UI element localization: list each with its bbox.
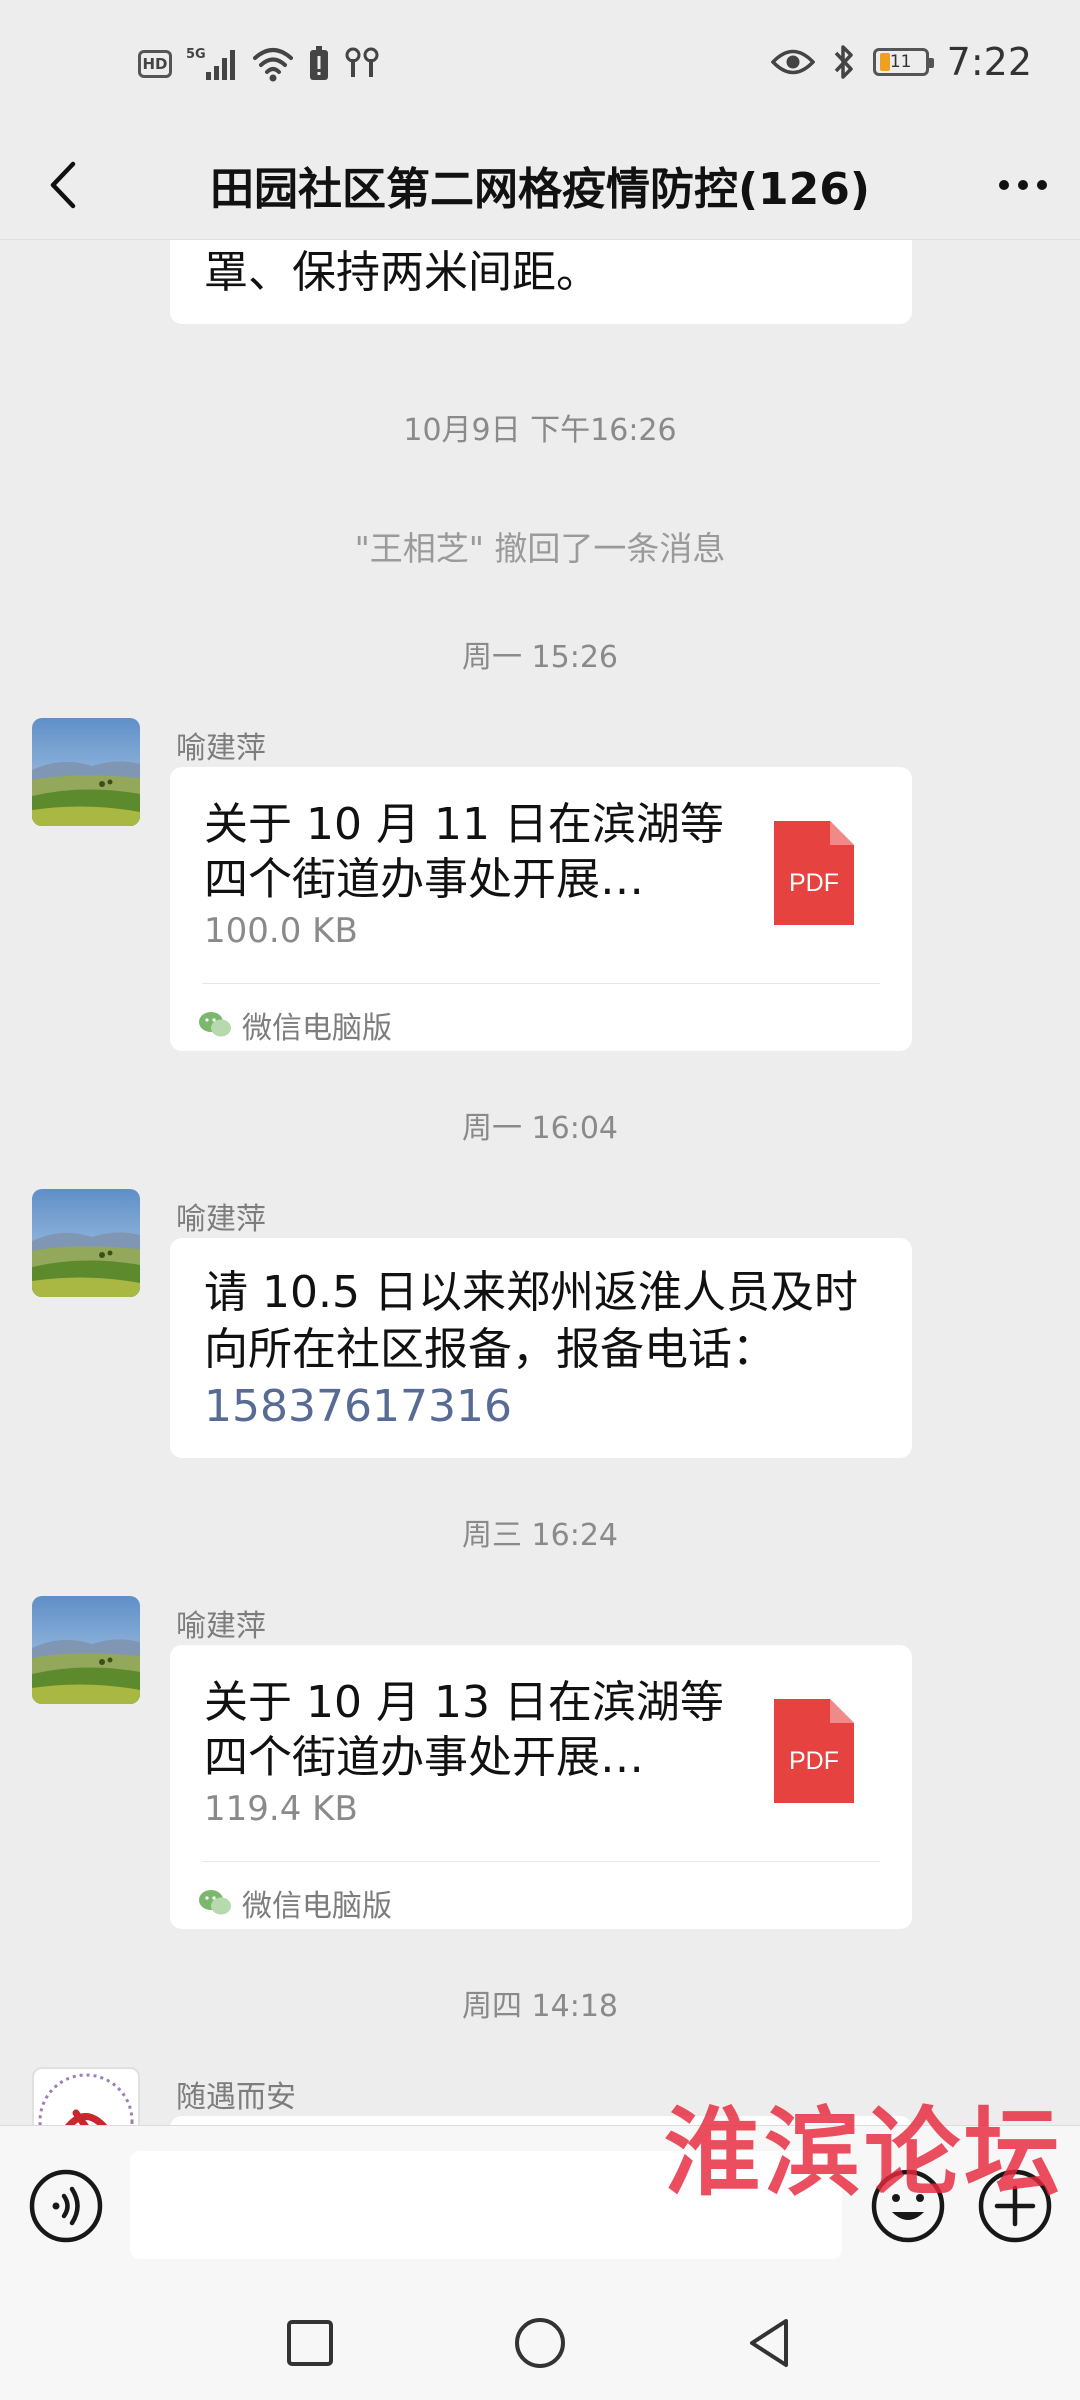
timestamp: 周四 14:18: [462, 1989, 618, 2024]
watermark: 淮滨论坛: [664, 2096, 1064, 2209]
chat-header: 田园社区第二网格疫情防控(126): [0, 130, 1080, 240]
bluetooth-icon: [833, 43, 855, 81]
chevron-left-icon: [50, 161, 76, 209]
earbuds-icon: [344, 47, 380, 81]
status-bar: HD 5G 11 7:22: [0, 0, 1080, 130]
timestamp: 周三 16:24: [462, 1518, 618, 1553]
avatar[interactable]: [32, 1189, 140, 1297]
signal-5g-icon: 5G: [186, 44, 238, 84]
avatar[interactable]: [32, 2067, 140, 2125]
battery-icon: 11: [872, 48, 934, 76]
file-divider: [202, 983, 880, 984]
more-dots-icon: [999, 180, 1047, 190]
pdf-label: PDF: [789, 869, 839, 897]
chat-title: 田园社区第二网格疫情防控(126): [209, 164, 871, 215]
file-message-bubble[interactable]: 关于 10 月 13 日在滨湖等四个街道办事处开展… 119.4 KB PDF …: [170, 1645, 912, 1929]
file-source-label: 微信电脑版: [242, 1011, 392, 1046]
file-source: 微信电脑版: [198, 1003, 392, 1047]
file-divider: [202, 1861, 880, 1862]
landscape-avatar-image: [32, 1189, 140, 1297]
avatar[interactable]: [32, 1596, 140, 1704]
file-source: 微信电脑版: [198, 1881, 392, 1925]
file-size: 100.0 KB: [204, 911, 358, 951]
sender-name: 喻建萍: [176, 1609, 266, 1644]
pdf-label: PDF: [789, 1747, 839, 1775]
wifi-icon: [252, 46, 294, 82]
hd-icon: HD: [138, 50, 172, 78]
alert-icon: [308, 46, 330, 82]
battery-level-text: 11: [889, 52, 912, 72]
message-text-block: 请 10.5 日以来郑州返淮人员及时向所在社区报备，报备电话： 15837617…: [204, 1264, 884, 1435]
more-button[interactable]: [990, 152, 1056, 218]
status-left-icons: HD 5G: [138, 44, 380, 84]
file-size: 119.4 KB: [204, 1789, 358, 1829]
back-button[interactable]: [30, 152, 96, 218]
message-text: 罩、保持两米间距。: [204, 247, 600, 298]
status-right-icons: 11 7:22: [770, 40, 1032, 84]
home-button[interactable]: [510, 2313, 570, 2373]
text-message-bubble[interactable]: 请 10.5 日以来郑州返淮人员及时向所在社区报备，报备电话： 15837617…: [170, 1238, 912, 1458]
message-bubble-partial[interactable]: 罩、保持两米间距。: [170, 240, 912, 324]
file-title: 关于 10 月 11 日在滨湖等四个街道办事处开展…: [204, 799, 724, 905]
file-message-bubble[interactable]: 关于 10 月 11 日在滨湖等四个街道办事处开展… 100.0 KB PDF …: [170, 767, 912, 1051]
timestamp: 周一 16:04: [462, 1111, 618, 1146]
triangle-back-icon: [750, 2319, 788, 2367]
chat-area[interactable]: 罩、保持两米间距。 10月9日 下午16:26 "王相芝" 撤回了一条消息 周一…: [0, 240, 1080, 2125]
system-back-button[interactable]: [740, 2313, 800, 2373]
pdf-file-icon: PDF: [774, 1699, 854, 1803]
status-time: 7:22: [946, 40, 1032, 84]
file-source-label: 微信电脑版: [242, 1889, 392, 1924]
file-title: 关于 10 月 13 日在滨湖等四个街道办事处开展…: [204, 1677, 724, 1783]
voice-icon: [29, 2169, 103, 2243]
timestamp: 10月9日 下午16:26: [403, 413, 677, 448]
sender-name: 随遇而安: [176, 2080, 296, 2115]
voice-button[interactable]: [28, 2168, 104, 2244]
calligraphy-avatar-image: [38, 2073, 134, 2125]
sender-name: 喻建萍: [176, 1202, 266, 1237]
eye-icon: [770, 47, 815, 77]
wechat-icon: [199, 1890, 231, 1915]
avatar[interactable]: [32, 718, 140, 826]
phone-link[interactable]: 15837617316: [204, 1381, 512, 1432]
wechat-icon: [199, 1012, 231, 1037]
landscape-avatar-image: [32, 1596, 140, 1704]
svg-text:5G: 5G: [186, 47, 206, 62]
circle-icon: [515, 2318, 565, 2368]
recent-apps-button[interactable]: [280, 2313, 340, 2373]
system-navigation-bar: [0, 2285, 1080, 2400]
sender-name: 喻建萍: [176, 731, 266, 766]
pdf-file-icon: PDF: [774, 821, 854, 925]
square-icon: [287, 2320, 333, 2366]
timestamp: 周一 15:26: [462, 640, 618, 675]
landscape-avatar-image: [32, 718, 140, 826]
message-text: 请 10.5 日以来郑州返淮人员及时向所在社区报备，报备电话：: [204, 1267, 858, 1375]
recall-notice: "王相芝" 撤回了一条消息: [354, 529, 726, 568]
